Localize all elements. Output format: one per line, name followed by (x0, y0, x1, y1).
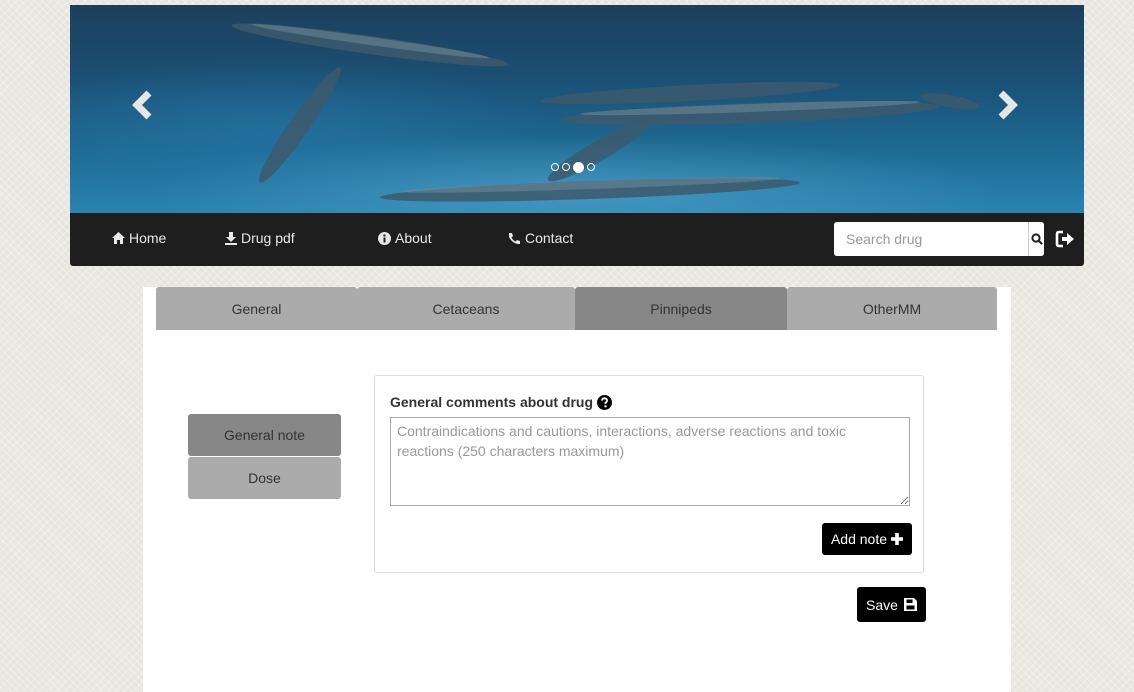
carousel-dot-active[interactable] (573, 162, 584, 173)
carousel-next-button[interactable] (996, 89, 1026, 129)
note-label-text: General comments about drug (390, 394, 594, 410)
tab-cetaceans[interactable]: Cetaceans (357, 287, 575, 330)
dose-button[interactable]: Dose (188, 457, 341, 499)
add-note-button[interactable]: Add note (822, 523, 912, 555)
dose-label: Dose (248, 470, 281, 486)
question-icon[interactable] (597, 394, 613, 410)
nav-home-label: Home (129, 230, 167, 246)
nav-about[interactable]: About (378, 230, 432, 246)
nav-about-label: About (395, 230, 432, 246)
tab-general[interactable]: General (156, 287, 357, 330)
nav-drug-pdf[interactable]: Drug pdf (225, 230, 295, 246)
tab-general-label: General (231, 300, 282, 317)
info-icon (378, 231, 391, 245)
add-note-label: Add note (830, 531, 888, 547)
tab-othermm[interactable]: OtherMM (787, 287, 997, 330)
chevron-right-icon (998, 90, 1018, 120)
image-carousel (70, 5, 1084, 213)
general-comments-textarea[interactable] (390, 417, 910, 506)
note-field-label: General comments about drug (390, 394, 613, 410)
logout-button[interactable] (1055, 229, 1075, 254)
navbar: Home Drug pdf About Contact (70, 213, 1084, 266)
tab-othermm-label: OtherMM (862, 300, 922, 317)
carousel-dot[interactable] (551, 163, 559, 171)
carousel-dot[interactable] (562, 163, 570, 171)
save-label: Save (866, 596, 898, 613)
tab-pinnipeds[interactable]: Pinnipeds (575, 287, 787, 330)
search-input[interactable] (834, 222, 1028, 256)
nav-drug-pdf-label: Drug pdf (241, 230, 295, 246)
carousel-prev-button[interactable] (132, 89, 162, 129)
phone-icon (509, 232, 520, 244)
nav-contact[interactable]: Contact (508, 230, 573, 246)
content-panel: General Cetaceans Pinnipeds OtherMM Gene… (143, 287, 1011, 692)
home-icon (112, 232, 125, 244)
save-button[interactable]: Save (857, 587, 926, 622)
general-note-label: General note (224, 427, 305, 443)
chevron-left-icon (132, 90, 152, 120)
dolphins-photo (231, 23, 980, 202)
species-tabs: General Cetaceans Pinnipeds OtherMM (156, 287, 997, 330)
general-note-button[interactable]: General note (188, 414, 341, 456)
tab-pinnipeds-label: Pinnipeds (650, 300, 712, 317)
plus-icon (891, 533, 904, 545)
search-button[interactable] (1028, 222, 1044, 256)
search-group (834, 222, 1044, 256)
nav-home[interactable]: Home (112, 230, 166, 246)
carousel-dot[interactable] (587, 163, 595, 171)
note-card: General comments about drug Add note (374, 375, 924, 573)
logout-icon (1055, 230, 1074, 248)
tab-cetaceans-label: Cetaceans (432, 300, 500, 317)
download-icon (225, 231, 237, 245)
nav-contact-label: Contact (525, 230, 574, 246)
search-icon (1030, 233, 1043, 245)
save-icon (903, 598, 917, 611)
carousel-indicators (551, 162, 595, 173)
